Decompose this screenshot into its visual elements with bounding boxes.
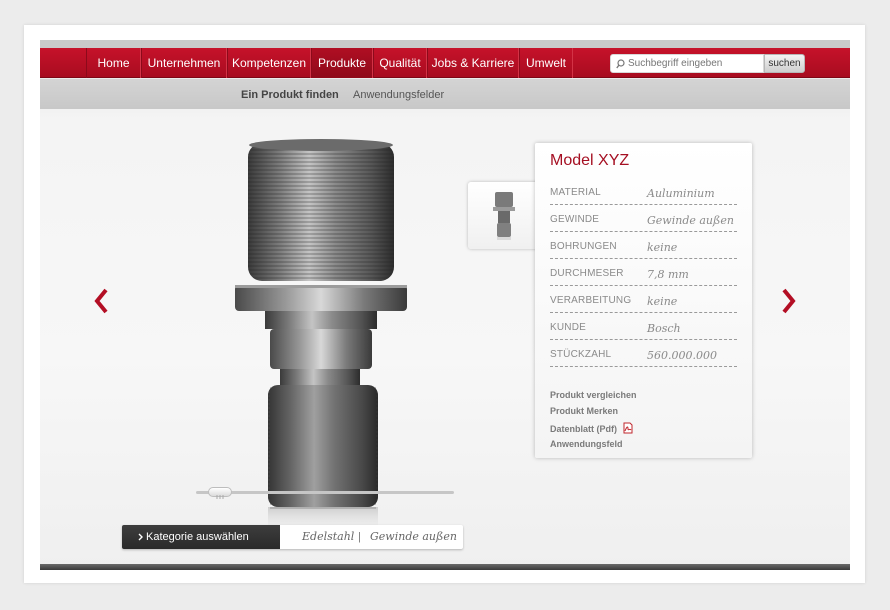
main-navbar: Home Unternehmen Kompetenzen Produkte Qu… — [40, 48, 850, 85]
spec-row-durchmesser: DURCHMESER 7,8 mm — [550, 259, 737, 286]
subnav-item-anwendungsfelder[interactable]: Anwendungsfelder — [353, 79, 444, 111]
spec-label: GEWINDE — [550, 214, 600, 225]
spec-label: BOHRUNGEN — [550, 241, 617, 252]
category-select-label: Kategorie auswählen — [146, 531, 249, 543]
slider-handle[interactable] — [208, 487, 232, 499]
spec-value: Gewinde außen — [647, 214, 734, 227]
datasheet-label: Datenblatt (Pdf) — [550, 424, 617, 434]
search-field — [610, 54, 764, 73]
spec-row-stueckzahl: STÜCKZAHL 560.000.000 — [550, 340, 737, 367]
product-title: Model XYZ — [550, 152, 630, 169]
nav-item-home[interactable]: Home — [86, 48, 141, 78]
nav-item-kompetenzen[interactable]: Kompetenzen — [227, 48, 311, 78]
product-image — [230, 135, 410, 535]
top-strip — [40, 40, 850, 48]
chevron-right-icon — [782, 288, 796, 314]
spec-value: 560.000.000 — [647, 349, 717, 362]
category-bar: Kategorie auswählen Edelstahl | Gewinde … — [122, 525, 463, 549]
site: Home Unternehmen Kompetenzen Produkte Qu… — [40, 40, 850, 570]
application-field-link[interactable]: Anwendungsfeld — [550, 439, 623, 449]
search-input[interactable] — [628, 58, 758, 69]
spec-label: VERARBEITUNG — [550, 295, 632, 306]
pdf-icon — [623, 422, 633, 434]
spec-row-material: MATERIAL Auluminium — [550, 178, 737, 205]
category-tag-gewinde-aussen[interactable]: Gewinde außen — [370, 525, 457, 549]
category-tag-edelstahl[interactable]: Edelstahl — [302, 525, 354, 549]
spec-row-gewinde: GEWINDE Gewinde außen — [550, 205, 737, 232]
search-button[interactable]: suchen — [764, 54, 805, 73]
product-thumbnail-image — [493, 192, 515, 240]
category-separator: | — [358, 531, 361, 543]
spec-row-bohrungen: BOHRUNGEN keine — [550, 232, 737, 259]
nav-item-unternehmen[interactable]: Unternehmen — [141, 48, 227, 78]
chevron-left-icon — [94, 288, 108, 314]
spec-label: MATERIAL — [550, 187, 601, 198]
spec-value: keine — [647, 295, 678, 308]
datasheet-pdf-link[interactable]: Datenblatt (Pdf) — [550, 422, 634, 434]
spec-value: Bosch — [647, 322, 681, 335]
bookmark-product-link[interactable]: Produkt Merken — [550, 406, 618, 416]
search-icon — [616, 58, 625, 68]
spec-label: STÜCKZAHL — [550, 349, 612, 360]
spec-value: keine — [647, 241, 678, 254]
category-select-button[interactable]: Kategorie auswählen — [122, 525, 280, 549]
nav-list: Home Unternehmen Kompetenzen Produkte Qu… — [86, 48, 573, 85]
next-arrow-button[interactable] — [776, 286, 800, 316]
spec-row-verarbeitung: VERARBEITUNG keine — [550, 286, 737, 313]
nav-item-qualitaet[interactable]: Qualität — [373, 48, 427, 78]
spec-row-kunde: KUNDE Bosch — [550, 313, 737, 340]
spec-value: 7,8 mm — [647, 268, 689, 281]
site-bottom-bar — [40, 564, 850, 570]
chevron-right-small-icon — [138, 533, 143, 541]
sub-navbar: Ein Produkt finden Anwendungsfelder — [40, 79, 850, 109]
grip-icon — [216, 495, 224, 499]
spec-value: Auluminium — [647, 187, 715, 200]
subnav-item-produkt-finden[interactable]: Ein Produkt finden — [241, 79, 339, 111]
compare-product-link[interactable]: Produkt vergleichen — [550, 390, 637, 400]
nav-item-umwelt[interactable]: Umwelt — [519, 48, 573, 78]
prev-arrow-button[interactable] — [90, 286, 114, 316]
nav-item-produkte[interactable]: Produkte — [311, 48, 373, 85]
spec-label: KUNDE — [550, 322, 587, 333]
spec-label: DURCHMESER — [550, 268, 624, 279]
nav-item-jobs-karriere[interactable]: Jobs & Karriere — [427, 48, 519, 78]
slider-track[interactable] — [196, 491, 454, 494]
product-info-panel: Model XYZ MATERIAL Auluminium GEWINDE Ge… — [535, 143, 752, 458]
product-thumbnail[interactable] — [468, 182, 538, 249]
